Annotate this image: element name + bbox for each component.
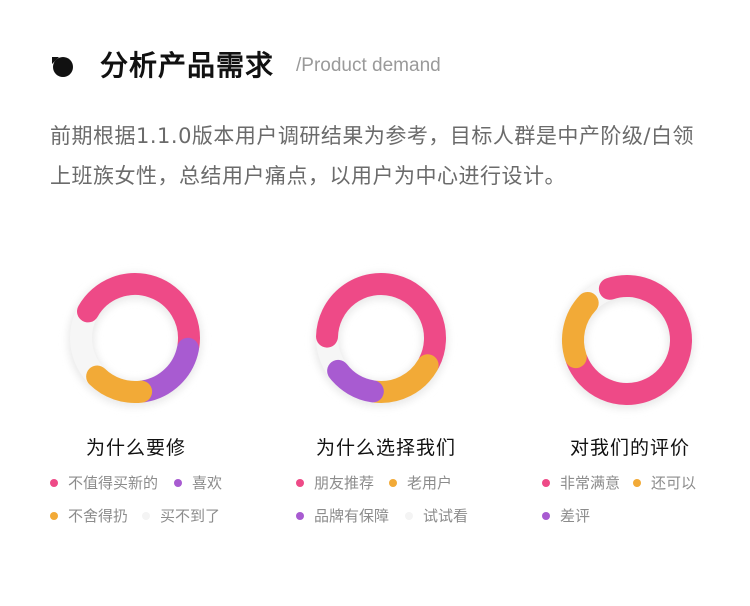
legend-dot [296, 478, 304, 487]
legend-dot [542, 511, 550, 520]
legend-label: 朋友推荐 [314, 474, 375, 492]
legend-item: 差评 [542, 505, 590, 526]
legend-dot [174, 478, 182, 487]
donut-slice [327, 359, 384, 403]
legend-item: 老用户 [389, 472, 452, 493]
legend-item: 不舍得扔 [50, 505, 128, 526]
legend-label: 不舍得扔 [68, 507, 129, 525]
legend-item: 买不到了 [142, 505, 220, 526]
legend-label: 买不到了 [160, 507, 221, 525]
legend-label: 品牌有保障 [314, 507, 390, 525]
donut-slice [364, 354, 439, 403]
legend-item: 试试看 [405, 505, 468, 526]
legend-item: 非常满意 [542, 472, 620, 493]
chart-title-3: 对我们的评价 [569, 437, 690, 459]
legend-label: 非常满意 [560, 474, 621, 492]
legend-dot [389, 478, 397, 487]
legend-dot [296, 511, 304, 520]
chart-title-2: 为什么选择我们 [315, 437, 456, 459]
legend-label: 试试看 [423, 507, 469, 525]
legend-label: 还可以 [651, 474, 697, 492]
donut-slice [86, 365, 153, 403]
legend-item: 朋友推荐 [296, 472, 374, 493]
legend-item: 还可以 [633, 472, 696, 493]
legend-dot [142, 511, 150, 520]
legend-dot [542, 478, 550, 487]
legend-label: 不值得买新的 [68, 474, 159, 492]
donut-slice [77, 273, 200, 357]
legend-item: 喜欢 [174, 472, 222, 493]
legend-label: 老用户 [407, 474, 453, 492]
legend-dot [50, 478, 58, 487]
chart-title-1: 为什么要修 [85, 437, 186, 459]
legend-dot [50, 511, 58, 520]
legend-dot [633, 478, 641, 487]
legend-label: 喜欢 [192, 474, 223, 492]
page: 分析产品需求 /Product demand 前期根据1.1.0版本用户调研结果… [0, 0, 750, 606]
legend-item: 品牌有保障 [296, 505, 389, 526]
legend-dot [405, 511, 413, 520]
legend-item: 不值得买新的 [50, 472, 158, 493]
legend-label: 差评 [560, 507, 591, 525]
